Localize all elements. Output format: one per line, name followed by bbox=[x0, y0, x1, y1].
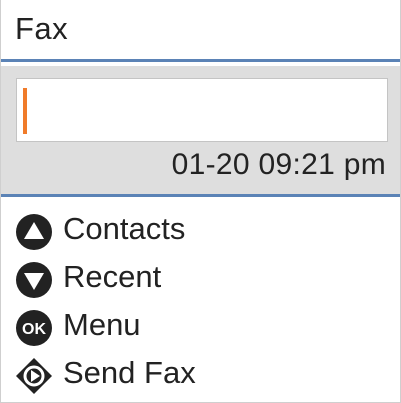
menu-item-menu[interactable]: OK Menu bbox=[1, 302, 400, 350]
ok-button-icon: OK bbox=[15, 309, 53, 347]
menu-item-contacts[interactable]: Contacts bbox=[1, 206, 400, 254]
page-title: Fax bbox=[15, 11, 69, 46]
menu-item-send-fax[interactable]: Send Fax bbox=[1, 350, 400, 398]
menu-item-label: Menu bbox=[63, 307, 141, 342]
fax-number-input[interactable] bbox=[16, 78, 388, 142]
svg-text:OK: OK bbox=[22, 321, 46, 338]
menu-item-label: Recent bbox=[63, 259, 162, 294]
fax-number-panel: 01-20 09:21 pm bbox=[1, 66, 400, 197]
text-cursor bbox=[23, 88, 27, 134]
fax-screen: Fax 01-20 09:21 pm Contacts Recent OK Me… bbox=[0, 0, 401, 403]
menu-item-label: Send Fax bbox=[63, 355, 196, 390]
down-triangle-button-icon bbox=[15, 261, 53, 299]
menu-item-label: Contacts bbox=[63, 211, 186, 246]
start-diamond-button-icon bbox=[15, 357, 53, 395]
date-time-display: 01-20 09:21 pm bbox=[171, 148, 386, 181]
menu-item-recent[interactable]: Recent bbox=[1, 254, 400, 302]
fax-options-menu: Contacts Recent OK Menu Send Fax bbox=[1, 206, 400, 398]
up-triangle-button-icon bbox=[15, 213, 53, 251]
title-bar: Fax bbox=[1, 0, 400, 62]
